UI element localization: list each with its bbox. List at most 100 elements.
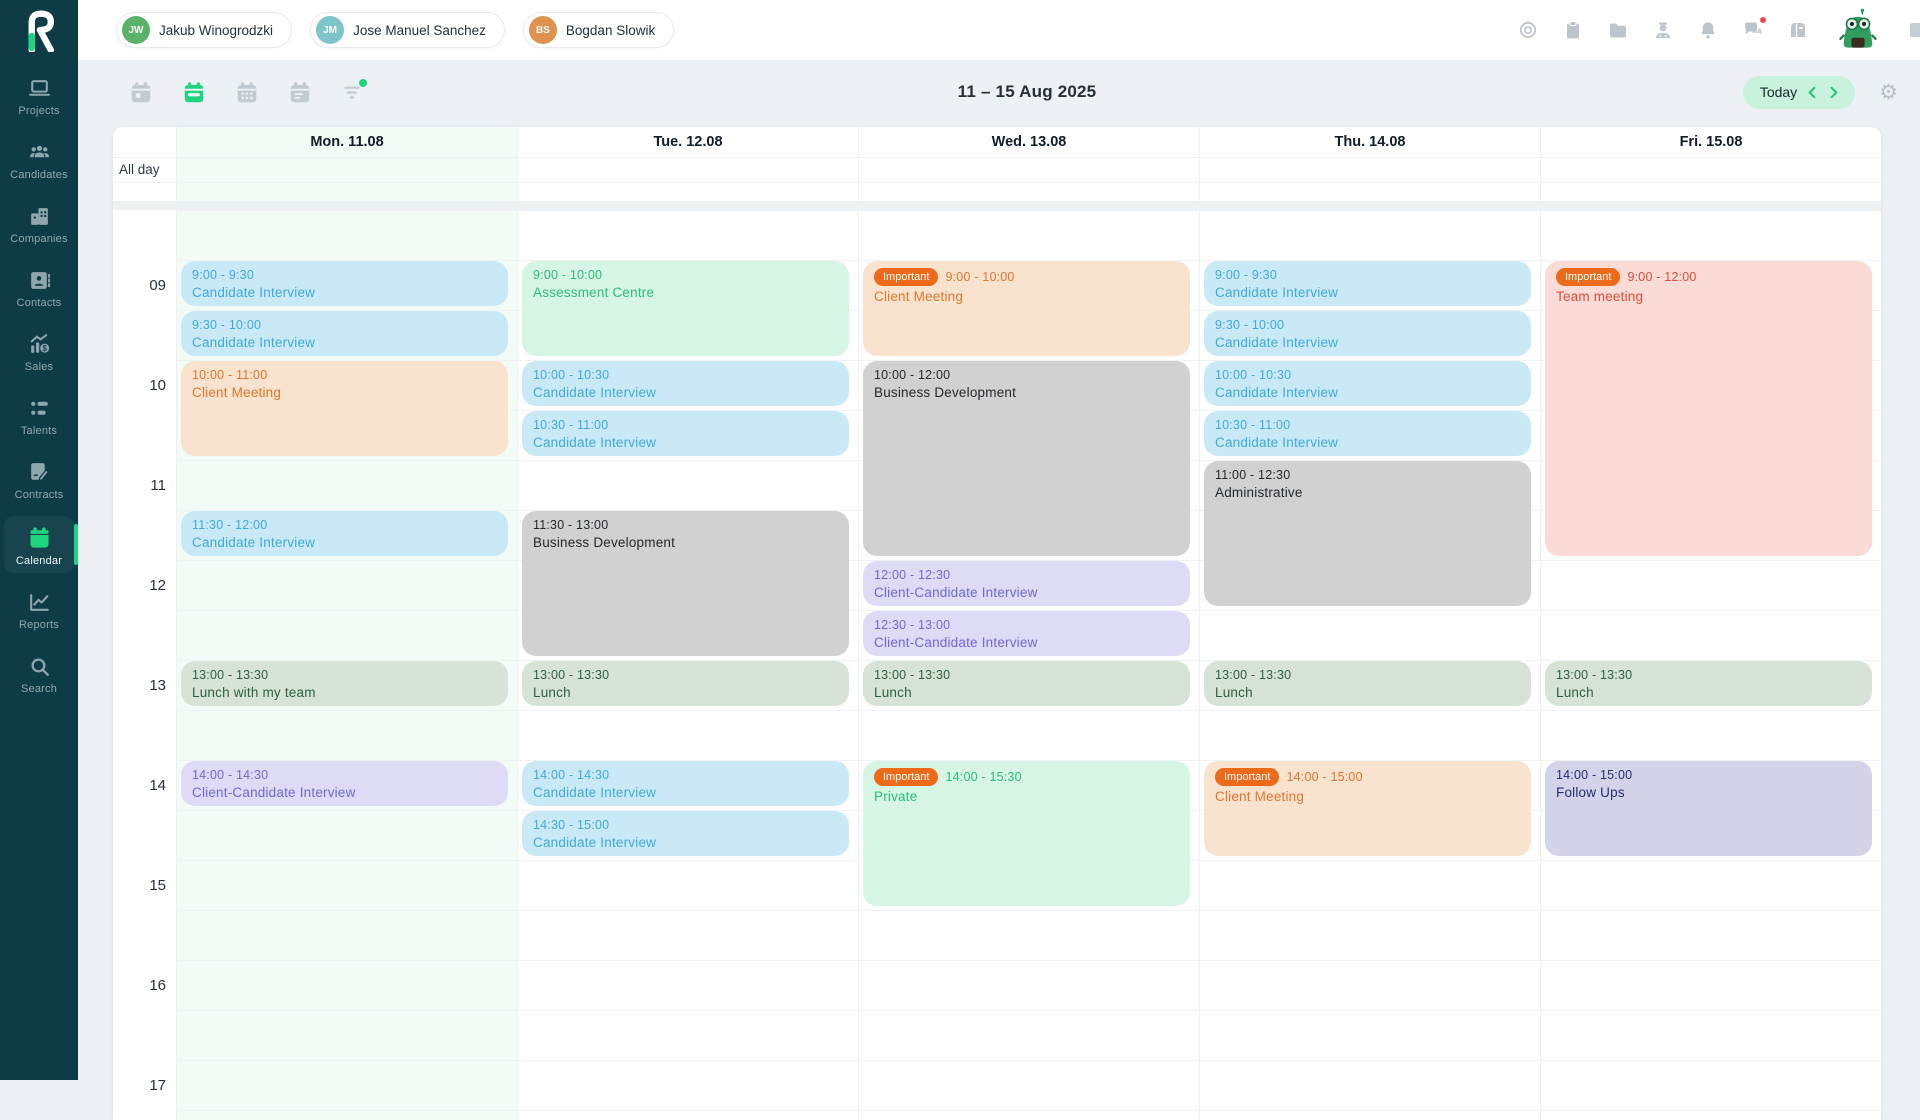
messages-icon[interactable]: [1741, 18, 1765, 42]
sidebar-item-companies[interactable]: Companies: [4, 196, 74, 251]
sidebar-item-contracts[interactable]: Contracts: [4, 452, 74, 507]
prev-week-icon[interactable]: [1805, 84, 1821, 100]
event-title: Candidate Interview: [1215, 435, 1520, 450]
event-title: Candidate Interview: [1215, 335, 1520, 350]
calendar-event[interactable]: 14:00 - 14:30 Client-Candidate Interview: [181, 761, 508, 806]
sidebar-item-talents[interactable]: Talents: [4, 388, 74, 443]
sidebar-item-label: Talents: [21, 425, 57, 437]
event-time: 14:00 - 14:30: [192, 768, 268, 782]
event-time: 14:30 - 15:00: [533, 818, 609, 832]
today-button[interactable]: Today: [1743, 76, 1855, 109]
calendar-event[interactable]: 10:00 - 10:30 Candidate Interview: [522, 361, 849, 406]
calendar-event[interactable]: 14:00 - 15:00Follow Ups: [1545, 761, 1872, 856]
calendar-event[interactable]: 9:30 - 10:00Candidate Interview: [181, 311, 508, 356]
hour-label: 15: [126, 860, 166, 910]
bell-icon[interactable]: [1696, 18, 1720, 42]
target-icon[interactable]: [1516, 18, 1540, 42]
event-title: Assessment Centre: [533, 285, 838, 300]
sidebar-item-label: Contracts: [15, 489, 64, 501]
event-time: 9:00 - 10:00: [533, 268, 602, 282]
event-time: 13:00 - 13:30: [1215, 668, 1291, 682]
event-time: 11:30 - 12:00: [192, 518, 267, 532]
calendar-event[interactable]: 10:00 - 11:00Client Meeting: [181, 361, 508, 456]
event-title: Candidate Interview: [533, 385, 838, 400]
sidebar-item-contacts[interactable]: Contacts: [4, 260, 74, 315]
panel-icon[interactable]: [1908, 18, 1920, 42]
event-title: Business Development: [533, 535, 838, 550]
day-column: Important9:00 - 12:00Team meeting 13:00 -…: [1540, 210, 1881, 1120]
user-filter-chips: JW Jakub Winogrodzki JM Jose Manuel Sanc…: [116, 12, 674, 48]
avatar: JW: [122, 16, 150, 44]
app-logo[interactable]: [0, 0, 78, 60]
event-time: 12:00 - 12:30: [874, 568, 950, 582]
hour-label: 17: [126, 1060, 166, 1110]
topbar: JW Jakub Winogrodzki JM Jose Manuel Sanc…: [78, 0, 1920, 60]
sidebar-item-sales[interactable]: $ Sales: [4, 324, 74, 379]
day-column: Important9:00 - 10:00Client Meeting10:00…: [858, 210, 1199, 1120]
calendar-event[interactable]: 12:30 - 13:00Client-Candidate Interview: [863, 611, 1190, 656]
event-title: Team meeting: [1556, 289, 1861, 304]
calendar-event[interactable]: 10:30 - 11:00Candidate Interview: [1204, 411, 1531, 456]
filters-icon[interactable]: [340, 79, 366, 105]
week-view-icon[interactable]: [181, 79, 207, 105]
day-header: Mon. 11.08: [176, 127, 517, 157]
calendar-event[interactable]: 11:30 - 13:00Business Development: [522, 511, 849, 656]
calendar-event[interactable]: 13:00 - 13:30Lunch: [1545, 661, 1872, 706]
day-view-icon[interactable]: [128, 79, 154, 105]
calendar-event[interactable]: 14:00 - 14:30Candidate Interview: [522, 761, 849, 806]
settings-gear-icon[interactable]: ⚙: [1879, 82, 1898, 103]
user-chip-bogdan[interactable]: BS Bogdan Slowik: [523, 12, 674, 48]
calendar-event[interactable]: 11:00 - 12:30Administrative: [1204, 461, 1531, 606]
event-title: Business Development: [874, 385, 1179, 400]
calendar-event[interactable]: 9:30 - 10:00Candidate Interview: [1204, 311, 1531, 356]
calendar-event[interactable]: 9:00 - 9:30Candidate Interview: [181, 261, 508, 306]
user-chip-jose[interactable]: JM Jose Manuel Sanchez: [310, 12, 505, 48]
day-header: Tue. 12.08: [517, 127, 858, 157]
event-time: 10:00 - 10:30: [533, 368, 609, 382]
event-title: Client-Candidate Interview: [192, 785, 497, 800]
calendar-event[interactable]: 13:00 - 13:30Lunch with my team: [181, 661, 508, 706]
day-header: Fri. 15.08: [1540, 127, 1881, 157]
notification-dot: [1758, 15, 1768, 25]
calendar-event[interactable]: 10:00 - 10:30Candidate Interview: [1204, 361, 1531, 406]
important-badge: Important: [1215, 768, 1279, 786]
calendar-event[interactable]: 10:30 - 11:00Candidate Interview: [522, 411, 849, 456]
event-title: Client Meeting: [192, 385, 497, 400]
next-week-icon[interactable]: [1826, 84, 1842, 100]
folder-icon[interactable]: [1606, 18, 1630, 42]
assistant-robot-avatar[interactable]: [1837, 8, 1879, 52]
user-chip-jakub[interactable]: JW Jakub Winogrodzki: [116, 12, 292, 48]
sidebar-item-label: Reports: [19, 619, 59, 631]
agent-icon[interactable]: [1651, 18, 1675, 42]
filter-active-dot: [359, 79, 367, 87]
calendar-event[interactable]: 13:00 - 13:30Lunch: [863, 661, 1190, 706]
sidebar-item-projects[interactable]: Projects: [4, 68, 74, 123]
clipboard-icon[interactable]: [1561, 18, 1585, 42]
important-badge: Important: [874, 268, 938, 286]
contract-icon: [27, 460, 52, 485]
calendar-event[interactable]: Important14:00 - 15:30Private: [863, 761, 1190, 906]
sidebar-item-calendar[interactable]: Calendar: [4, 516, 74, 573]
calendar-event[interactable]: 9:00 - 9:30Candidate Interview: [1204, 261, 1531, 306]
chip-name: Jose Manuel Sanchez: [353, 23, 486, 38]
calendar-event[interactable]: Important9:00 - 10:00Client Meeting: [863, 261, 1190, 356]
calendar-event[interactable]: 13:00 - 13:30Lunch: [1204, 661, 1531, 706]
mailbox-icon[interactable]: [1786, 18, 1810, 42]
month-view-icon[interactable]: [234, 79, 260, 105]
calendar-event[interactable]: 13:00 - 13:30Lunch: [522, 661, 849, 706]
sidebar-item-candidates[interactable]: Candidates: [4, 132, 74, 187]
calendar-event[interactable]: 12:00 - 12:30Client-Candidate Interview: [863, 561, 1190, 606]
calendar-event[interactable]: 14:30 - 15:00Candidate Interview: [522, 811, 849, 856]
agenda-view-icon[interactable]: [287, 79, 313, 105]
sidebar-item-reports[interactable]: Reports: [4, 582, 74, 637]
day-header: Thu. 14.08: [1199, 127, 1540, 157]
calendar-event[interactable]: Important9:00 - 12:00Team meeting: [1545, 261, 1872, 556]
week-nav: [1805, 84, 1842, 100]
calendar-event[interactable]: 10:00 - 12:00Business Development: [863, 361, 1190, 556]
calendar-event[interactable]: 11:30 - 12:00Candidate Interview: [181, 511, 508, 556]
sidebar-item-search[interactable]: Search: [4, 646, 74, 701]
calendar-event[interactable]: 9:00 - 10:00 Assessment Centre: [522, 261, 849, 356]
calendar-event[interactable]: Important14:00 - 15:00Client Meeting: [1204, 761, 1531, 856]
all-day-cell: [1540, 158, 1881, 201]
event-title: Candidate Interview: [192, 285, 497, 300]
